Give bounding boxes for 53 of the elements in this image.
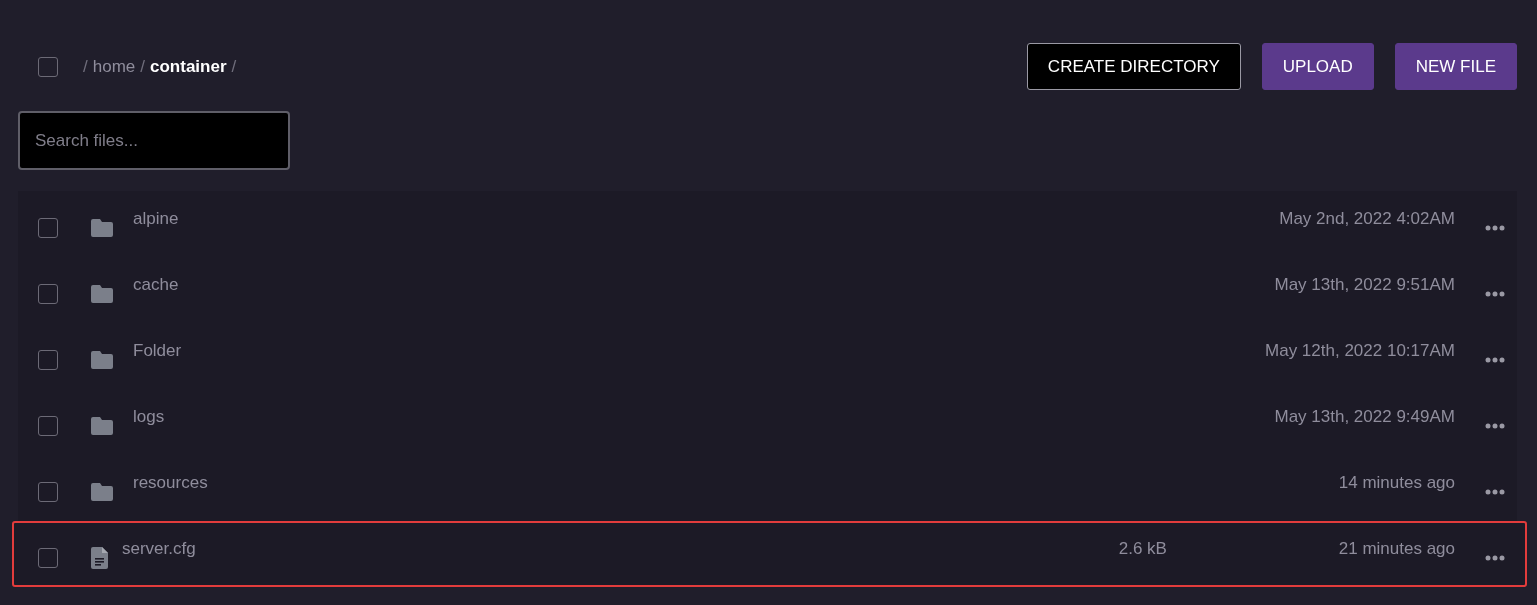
action-button[interactable]: CREATE DIRECTORY <box>1026 43 1241 90</box>
document-icon <box>91 547 108 569</box>
path-separator: / <box>140 55 145 78</box>
action-button[interactable]: NEW FILE <box>1394 43 1517 90</box>
file-row[interactable]: resources 14 minutes ago <box>18 455 1517 521</box>
file-name[interactable]: resources <box>133 470 1339 496</box>
path-separator: / <box>231 55 237 78</box>
folder-icon <box>91 219 113 237</box>
modified-date: May 12th, 2022 10:17AM <box>1265 340 1455 363</box>
modified-date: 14 minutes ago <box>1338 472 1455 495</box>
more-icon <box>1485 225 1505 231</box>
file-name[interactable]: logs <box>133 404 1275 430</box>
folder-icon <box>91 483 113 501</box>
highlighted-file-row[interactable]: server.cfg 2.6 kB 21 minutes ago <box>12 521 1527 587</box>
path-separator: / <box>83 55 88 78</box>
modified-date: May 13th, 2022 9:51AM <box>1274 274 1455 297</box>
file-name[interactable]: alpine <box>133 206 1280 232</box>
more-icon <box>1485 489 1505 495</box>
more-icon <box>1485 423 1505 429</box>
modified-date: May 2nd, 2022 4:02AM <box>1279 208 1455 231</box>
search-field[interactable]: Search files... <box>18 111 290 170</box>
folder-icon <box>91 417 113 435</box>
action-button[interactable]: UPLOAD <box>1261 43 1374 90</box>
file-name[interactable]: cache <box>133 272 1275 298</box>
file-row[interactable]: cache May 13th, 2022 9:51AM <box>18 257 1517 323</box>
file-name[interactable]: Folder <box>133 338 1266 364</box>
row-checkbox[interactable] <box>38 284 58 304</box>
current-folder: container <box>150 55 227 78</box>
row-checkbox[interactable] <box>38 350 58 370</box>
file-size: 2.6 kB <box>1118 538 1168 561</box>
more-icon <box>1485 357 1505 363</box>
folder-icon <box>91 285 113 303</box>
modified-date: May 13th, 2022 9:49AM <box>1274 406 1455 429</box>
more-button[interactable] <box>1485 489 1505 495</box>
breadcrumb-link[interactable]: home <box>92 53 136 80</box>
more-button[interactable] <box>1485 291 1505 297</box>
folder-icon <box>91 351 113 369</box>
row-checkbox[interactable] <box>38 482 58 502</box>
file-row[interactable]: Folder May 12th, 2022 10:17AM <box>18 323 1517 389</box>
more-icon <box>1485 555 1505 561</box>
select-all-checkbox[interactable] <box>38 56 58 77</box>
more-icon <box>1485 291 1505 297</box>
file-row[interactable]: alpine May 2nd, 2022 4:02AM <box>18 191 1517 257</box>
row-checkbox[interactable] <box>38 548 58 568</box>
file-name[interactable]: server.cfg <box>122 536 1119 562</box>
row-checkbox[interactable] <box>38 416 58 436</box>
row-checkbox[interactable] <box>38 218 58 238</box>
more-button[interactable] <box>1485 225 1505 231</box>
more-button[interactable] <box>1485 555 1505 561</box>
more-button[interactable] <box>1485 357 1505 363</box>
modified-date: 21 minutes ago <box>1338 538 1455 561</box>
file-row[interactable]: logs May 13th, 2022 9:49AM <box>18 389 1517 455</box>
more-button[interactable] <box>1485 423 1505 429</box>
